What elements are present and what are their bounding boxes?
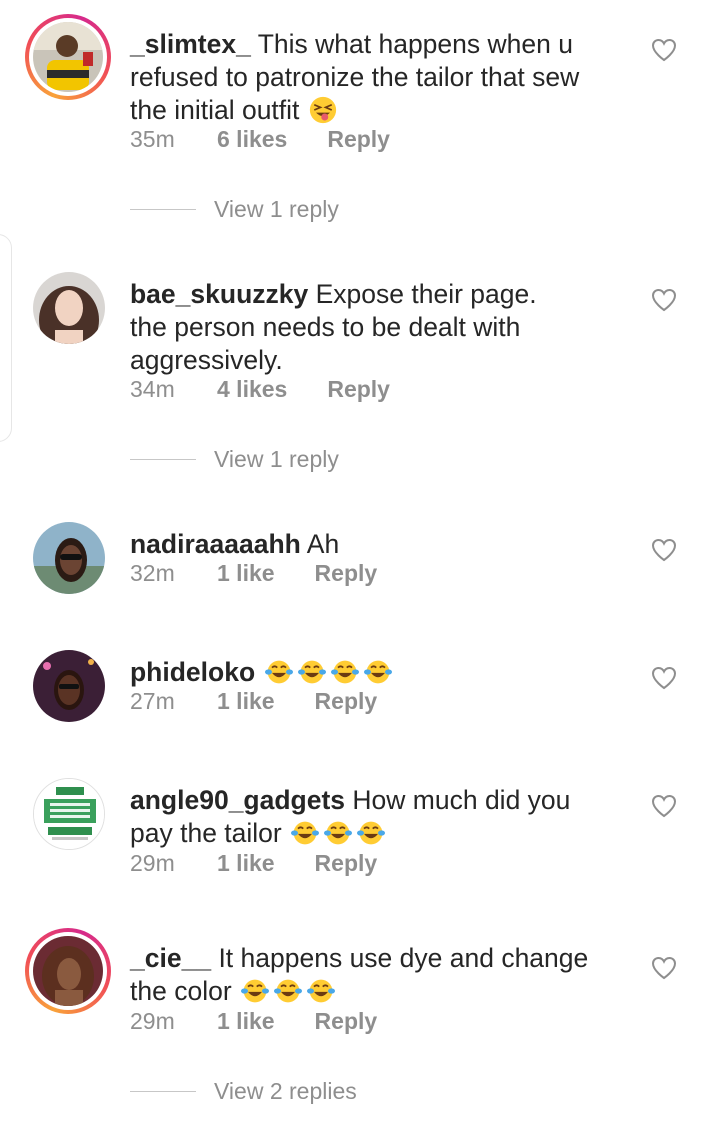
avatar[interactable] [33,272,105,344]
heart-icon[interactable] [651,288,677,312]
comment-text-block: _cie__ It happens use dye and change the… [130,942,620,1008]
reply-button[interactable]: Reply [315,1008,378,1035]
comment-likes[interactable]: 4 likes [217,376,287,403]
laughing-tears-emoji-icon [274,979,303,1003]
avatar[interactable] [33,778,105,850]
squinting-tongue-emoji-icon [309,96,336,124]
comment-text-block: phideloko [130,656,620,689]
comment-time: 35m [130,126,175,152]
view-replies-button[interactable]: View 1 reply [130,196,339,223]
comment-username[interactable]: nadiraaaaahh [130,529,301,559]
heart-icon[interactable] [651,956,677,980]
comment-meta: 27m 1 like Reply [130,688,377,715]
comment-time: 29m [130,850,175,876]
comment-meta: 32m 1 like Reply [130,560,377,587]
avatar-wrap[interactable] [25,264,111,350]
laughing-tears-emoji-icon [241,979,270,1003]
view-replies-label: View 2 replies [214,1078,357,1104]
comment-likes[interactable]: 1 like [217,688,275,715]
comment-body: Ah [306,529,340,559]
laughing-tears-emoji-icon [291,821,320,845]
comment-time: 34m [130,376,175,402]
comment-text-block: bae_skuuzzky Expose their page. the pers… [130,278,620,377]
laughing-tears-emoji-icon [324,821,353,845]
comment-username[interactable]: _cie__ [130,943,211,973]
avatar-story-ring[interactable] [25,928,111,1014]
comment-text-block: _slimtex_ This what happens when u refus… [130,28,620,127]
comments-page: _slimtex_ This what happens when u refus… [0,0,720,1121]
comment-likes[interactable]: 1 like [217,1008,275,1035]
comment-meta: 35m 6 likes Reply [130,126,390,153]
view-replies-label: View 1 reply [214,446,339,472]
reply-button[interactable]: Reply [327,376,390,403]
reply-button[interactable]: Reply [315,850,378,877]
reply-button[interactable]: Reply [315,560,378,587]
heart-icon[interactable] [651,538,677,562]
comment-meta: 29m 1 like Reply [130,850,377,877]
avatar[interactable] [33,522,105,594]
laughing-tears-emoji-icon [297,660,326,684]
avatar-story-ring[interactable] [25,14,111,100]
laughing-tears-emoji-icon [357,821,386,845]
comment-username[interactable]: angle90_gadgets [130,785,345,815]
heart-icon[interactable] [651,38,677,62]
heart-icon[interactable] [651,666,677,690]
divider [130,459,196,460]
avatar[interactable] [33,22,103,92]
view-replies-label: View 1 reply [214,196,339,222]
laughing-tears-emoji-icon [330,660,359,684]
comment-time: 29m [130,1008,175,1034]
view-replies-button[interactable]: View 1 reply [130,446,339,473]
heart-icon[interactable] [651,794,677,818]
avatar-wrap[interactable] [25,770,111,856]
divider [130,209,196,210]
comment-time: 32m [130,560,175,586]
avatar-wrap[interactable] [25,642,111,728]
comment-likes[interactable]: 1 like [217,850,275,877]
laughing-tears-emoji-icon [363,660,392,684]
reply-button[interactable]: Reply [315,688,378,715]
comment-username[interactable]: _slimtex_ [130,29,251,59]
avatar-wrap[interactable] [25,514,111,600]
comment-meta: 34m 4 likes Reply [130,376,390,403]
laughing-tears-emoji-icon [307,979,336,1003]
comment-text-block: nadiraaaaahh Ah [130,528,620,561]
comment-username[interactable]: bae_skuuzzky [130,279,308,309]
reply-button[interactable]: Reply [327,126,390,153]
comment-likes[interactable]: 1 like [217,560,275,587]
comment-time: 27m [130,688,175,714]
comment-likes[interactable]: 6 likes [217,126,287,153]
avatar[interactable] [33,936,103,1006]
view-replies-button[interactable]: View 2 replies [130,1078,357,1105]
comment-text-block: angle90_gadgets How much did you pay the… [130,784,620,850]
divider [130,1091,196,1092]
side-panel-edge [0,234,12,442]
avatar[interactable] [33,650,105,722]
comment-username[interactable]: phideloko [130,657,255,687]
laughing-tears-emoji-icon [264,660,293,684]
comment-meta: 29m 1 like Reply [130,1008,377,1035]
